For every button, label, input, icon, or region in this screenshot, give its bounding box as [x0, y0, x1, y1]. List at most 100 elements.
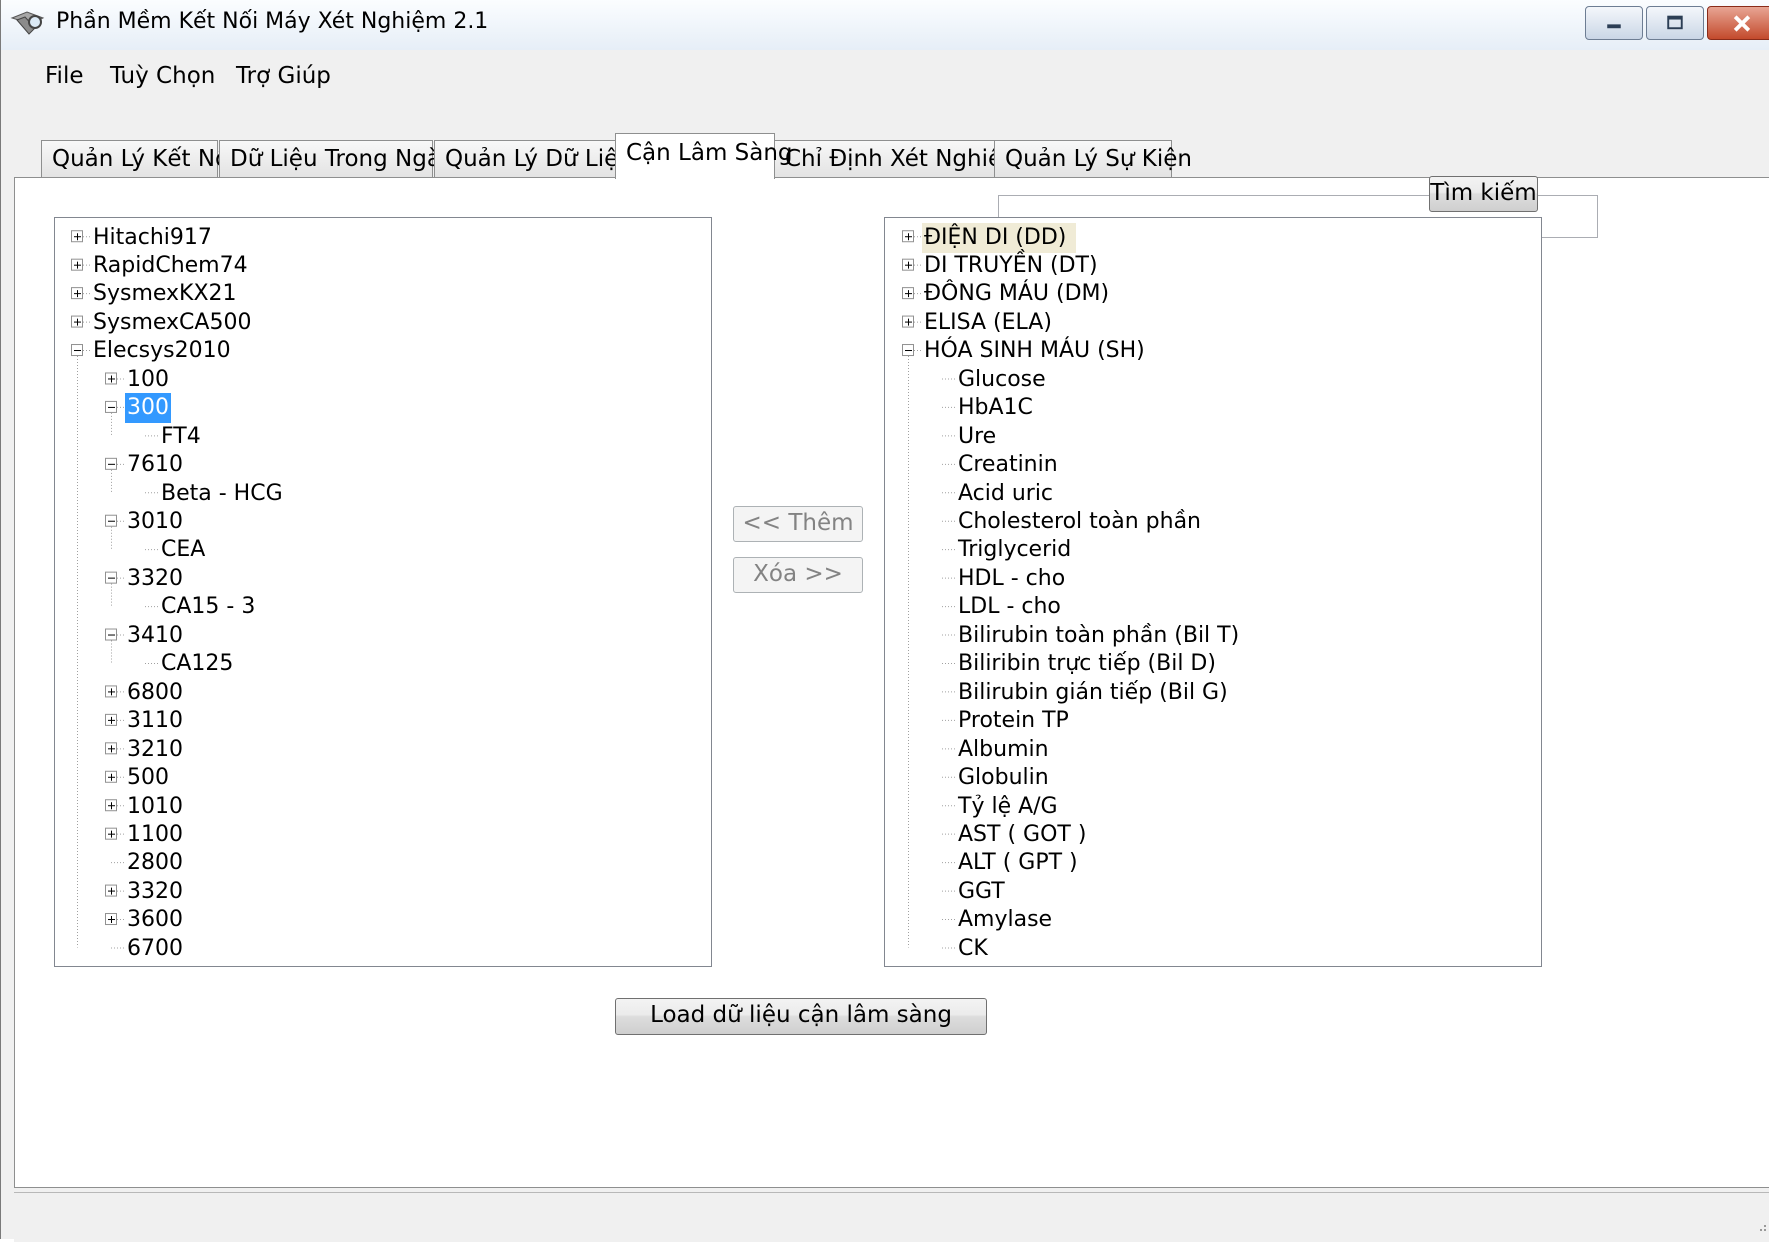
test-catalog-node[interactable]: ELISA (ELA): [922, 308, 1054, 338]
analyzer-tree-node[interactable]: 2800: [125, 848, 185, 878]
status-bar: [14, 1192, 1769, 1242]
analyzer-tree-node[interactable]: 3320: [125, 564, 185, 594]
test-catalog-node[interactable]: Biliribin trực tiếp (Bil D): [956, 649, 1218, 679]
menu-file[interactable]: File: [45, 63, 84, 89]
test-catalog-node[interactable]: Tỷ lệ A/G: [956, 792, 1060, 822]
analyzer-tree-node[interactable]: 3410: [125, 621, 185, 651]
test-catalog-tree[interactable]: ĐIỆN DI (DD) DI TRUYỀN (DT) ĐÔNG MÁU (DM) E…: [884, 217, 1542, 967]
collapse-icon[interactable]: [105, 457, 117, 470]
collapse-icon[interactable]: [105, 514, 117, 527]
analyzer-tree-node[interactable]: SysmexKX21: [91, 279, 239, 309]
analyzer-tree-node[interactable]: 3320: [125, 877, 185, 907]
analyzer-tree-node[interactable]: 100: [125, 365, 171, 395]
test-catalog-node[interactable]: AST ( GOT ): [956, 820, 1088, 850]
analyzer-tree-node[interactable]: Hitachi917: [91, 223, 214, 253]
test-catalog-node[interactable]: HbA1C: [956, 393, 1035, 423]
analyzer-tree-node[interactable]: 1100: [125, 820, 185, 850]
analyzer-tree-node[interactable]: 6700: [125, 934, 185, 964]
analyzer-tree-node[interactable]: CA125: [159, 649, 235, 679]
test-catalog-node[interactable]: Acid uric: [956, 479, 1055, 509]
analyzer-tree-node[interactable]: 3210: [125, 735, 185, 765]
load-clinical-data-button[interactable]: Load dữ liệu cận lâm sàng: [615, 998, 987, 1035]
analyzer-tree-node[interactable]: CA15 - 3: [159, 592, 257, 622]
analyzer-tree-node[interactable]: 300: [125, 393, 171, 424]
test-catalog-node[interactable]: ĐÔNG MÁU (DM): [922, 279, 1111, 309]
analyzer-tree-node[interactable]: 500: [125, 763, 171, 793]
test-catalog-node[interactable]: GGT: [956, 877, 1007, 907]
minimize-button[interactable]: [1585, 6, 1643, 40]
test-catalog-node[interactable]: Triglycerid: [956, 535, 1073, 565]
test-catalog-node[interactable]: Bilirubin toàn phần (Bil T): [956, 621, 1241, 651]
analyzer-tree-node[interactable]: CEA: [159, 535, 207, 565]
expand-icon[interactable]: [902, 287, 914, 300]
expand-icon[interactable]: [105, 827, 117, 840]
close-button[interactable]: [1707, 6, 1769, 40]
test-catalog-node[interactable]: CK: [956, 934, 990, 964]
analyzer-tree-node[interactable]: SysmexCA500: [91, 308, 253, 338]
tab-strip: Quản Lý Kết Nối Dữ Liệu Trong Ngày Quản …: [1, 133, 1769, 180]
tab-test-orders[interactable]: Chỉ Định Xét Nghiệm: [774, 140, 1025, 180]
analyzer-tree-node[interactable]: 3010: [125, 507, 185, 537]
expand-icon[interactable]: [71, 258, 83, 271]
resize-grip-icon[interactable]: [1754, 1219, 1768, 1233]
expand-icon[interactable]: [105, 372, 117, 385]
expand-icon[interactable]: [105, 884, 117, 897]
analyzer-tree-node[interactable]: 3600: [125, 905, 185, 935]
expand-icon[interactable]: [105, 799, 117, 812]
expand-icon[interactable]: [71, 287, 83, 300]
search-button[interactable]: Tìm kiếm: [1429, 176, 1538, 212]
analyzer-tree-node[interactable]: RapidChem74: [91, 251, 250, 281]
test-catalog-node[interactable]: Creatinin: [956, 450, 1060, 480]
maximize-button[interactable]: [1646, 6, 1704, 40]
remove-button[interactable]: Xóa >>: [733, 557, 863, 593]
expand-icon[interactable]: [902, 258, 914, 271]
window-title: Phần Mềm Kết Nối Máy Xét Nghiệm 2.1: [56, 9, 489, 34]
menu-options[interactable]: Tuỳ Chọn: [110, 63, 215, 89]
collapse-icon[interactable]: [105, 571, 117, 584]
expand-icon[interactable]: [71, 315, 83, 328]
add-button[interactable]: << Thêm: [733, 506, 863, 542]
test-catalog-node[interactable]: ALT ( GPT ): [956, 848, 1080, 878]
test-catalog-node[interactable]: Albumin: [956, 735, 1051, 765]
expand-icon[interactable]: [105, 685, 117, 698]
test-catalog-node[interactable]: HDL - cho: [956, 564, 1067, 594]
test-catalog-node[interactable]: HÓA SINH MÁU (SH): [922, 336, 1147, 366]
collapse-icon[interactable]: [105, 400, 117, 413]
menu-help[interactable]: Trợ Giúp: [236, 63, 331, 89]
expand-icon[interactable]: [902, 315, 914, 328]
test-catalog-node[interactable]: DI TRUYỀN (DT): [922, 251, 1100, 281]
tab-daily-data[interactable]: Dữ Liệu Trong Ngày: [219, 140, 455, 180]
analyzer-tree-node[interactable]: 6800: [125, 678, 185, 708]
analyzer-tree-node[interactable]: 3110: [125, 706, 185, 736]
expand-icon[interactable]: [105, 913, 117, 926]
tab-event-management[interactable]: Quản Lý Sự Kiện: [994, 140, 1192, 180]
test-catalog-node[interactable]: Ure: [956, 422, 998, 452]
test-catalog-node[interactable]: Amylase: [956, 905, 1054, 935]
expand-icon[interactable]: [105, 770, 117, 783]
close-icon: [1733, 15, 1751, 32]
test-catalog-node[interactable]: Globulin: [956, 763, 1051, 793]
expand-icon[interactable]: [105, 742, 117, 755]
tab-data-management[interactable]: Quản Lý Dữ Liệu: [434, 140, 633, 180]
tab-connection-management[interactable]: Quản Lý Kết Nối: [41, 140, 236, 180]
tab-clinical[interactable]: Cận Lâm Sàng: [615, 133, 793, 179]
analyzer-tree-node[interactable]: 7610: [125, 450, 185, 480]
collapse-icon[interactable]: [71, 344, 83, 357]
expand-icon[interactable]: [71, 230, 83, 243]
test-catalog-node[interactable]: Glucose: [956, 365, 1048, 395]
test-catalog-node[interactable]: Bilirubin gián tiếp (Bil G): [956, 678, 1230, 708]
test-catalog-node[interactable]: LDL - cho: [956, 592, 1063, 622]
expand-icon[interactable]: [902, 230, 914, 243]
analyzer-tree-node[interactable]: Beta - HCG: [159, 479, 285, 509]
collapse-icon[interactable]: [105, 628, 117, 641]
analyzer-tree-node[interactable]: FT4: [159, 422, 203, 452]
analyzer-tree-node[interactable]: 1010: [125, 792, 185, 822]
expand-icon[interactable]: [105, 713, 117, 726]
test-catalog-node[interactable]: Protein TP: [956, 706, 1071, 736]
analyzer-tree-node[interactable]: Elecsys2010: [91, 336, 233, 366]
test-catalog-node[interactable]: ĐIỆN DI (DD): [922, 222, 1077, 253]
analyzer-tree[interactable]: Hitachi917 RapidChem74 SysmexKX21 SysmexCA5…: [54, 217, 712, 967]
collapse-icon[interactable]: [902, 344, 914, 357]
title-bar[interactable]: Phần Mềm Kết Nối Máy Xét Nghiệm 2.1: [1, 0, 1769, 50]
test-catalog-node[interactable]: Cholesterol toàn phần: [956, 507, 1203, 537]
